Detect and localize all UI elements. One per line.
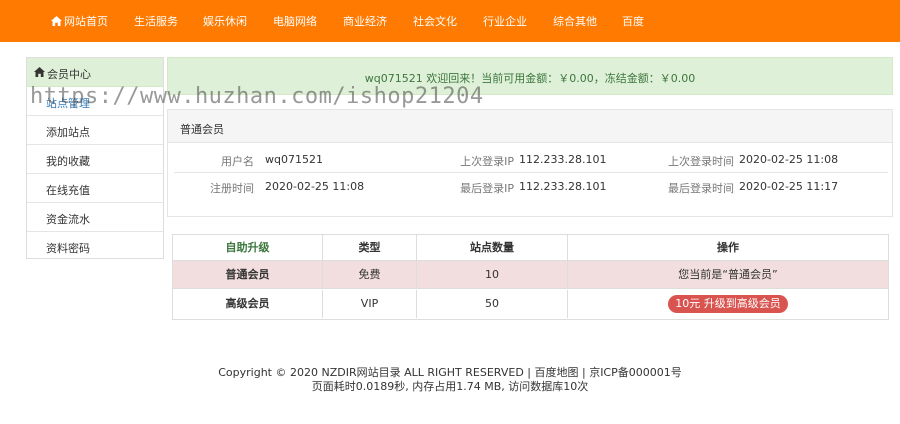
nav-item-other[interactable]: 综合其他 <box>553 0 597 42</box>
info-label: 最后登录IP <box>460 182 514 195</box>
sidebar-item-label: 我的收藏 <box>46 155 90 168</box>
sidebar-item-label: 资料密码 <box>46 242 90 255</box>
sidebar-item-label: 站点管理 <box>46 97 90 110</box>
info-value: 112.233.28.101 <box>519 180 607 193</box>
column-header: 自助升级 <box>173 235 323 260</box>
upgrade-table: 自助升级 类型 站点数量 操作 普通会员 免费 10 您当前是“普通会员” 高级… <box>172 234 889 320</box>
info-row: 用户名 wq071521 上次登录IP 112.233.28.101 上次登录时… <box>174 146 888 173</box>
site-quota: 50 <box>417 290 568 318</box>
info-label: 用户名 <box>221 155 254 168</box>
info-value: 2020-02-25 11:08 <box>265 180 365 193</box>
welcome-alert: wq071521 欢迎回来！当前可用金额：￥0.00，冻结金额：￥0.00 <box>167 57 893 95</box>
sidebar-title: 会员中心 <box>47 68 91 81</box>
sidebar-item-site-manage[interactable]: 站点管理 <box>27 87 163 116</box>
page-stats-line: 页面耗时0.0189秒, 内存占用1.74 MB, 访问数据库10次 <box>311 380 589 393</box>
info-label: 上次登录IP <box>460 155 514 168</box>
nav-item-baidu[interactable]: 百度 <box>622 0 644 42</box>
info-label: 上次登录时间 <box>668 155 734 168</box>
panel-header: 普通会员 <box>168 110 892 143</box>
nav-item-label: 网站首页 <box>64 15 108 28</box>
upgrade-vip-button[interactable]: 10元 升级到高级会员 <box>668 295 788 313</box>
info-label: 注册时间 <box>210 182 254 195</box>
table-row: 普通会员 免费 10 您当前是“普通会员” <box>173 261 888 289</box>
welcome-text: wq071521 欢迎回来！当前可用金额：￥0.00，冻结金额：￥0.00 <box>364 72 696 85</box>
current-level-note: 您当前是“普通会员” <box>678 268 778 281</box>
member-level-name: 高级会员 <box>173 290 323 318</box>
nav-item-business[interactable]: 商业经济 <box>343 0 387 42</box>
sidebar-item-label: 在线充值 <box>46 184 90 197</box>
sidebar-header: 会员中心 <box>27 58 163 87</box>
sidebar-item-recharge[interactable]: 在线充值 <box>27 174 163 203</box>
nav-item-life[interactable]: 生活服务 <box>134 0 178 42</box>
sidebar-item-label: 添加站点 <box>46 126 90 139</box>
member-sidebar: 会员中心 站点管理 添加站点 我的收藏 在线充值 资金流水 资料密码 <box>26 57 164 259</box>
member-info-panel: 普通会员 用户名 wq071521 上次登录IP 112.233.28.101 … <box>167 109 893 217</box>
nav-item-computer[interactable]: 电脑网络 <box>273 0 317 42</box>
info-value: 2020-02-25 11:17 <box>739 180 839 193</box>
sidebar-item-label: 资金流水 <box>46 213 90 226</box>
sidebar-item-transactions[interactable]: 资金流水 <box>27 203 163 232</box>
nav-item-society[interactable]: 社会文化 <box>413 0 457 42</box>
site-quota: 10 <box>417 261 568 288</box>
nav-item-home[interactable]: 网站首页 <box>51 0 108 42</box>
member-level-name: 普通会员 <box>173 261 323 288</box>
member-type: VIP <box>323 290 417 318</box>
sidebar-item-favorites[interactable]: 我的收藏 <box>27 145 163 174</box>
sidebar-item-profile-password[interactable]: 资料密码 <box>27 232 163 261</box>
info-value: wq071521 <box>265 153 323 166</box>
home-icon <box>34 67 45 77</box>
home-icon <box>51 16 62 26</box>
member-level-title: 普通会员 <box>180 123 224 136</box>
info-value: 2020-02-25 11:08 <box>739 153 839 166</box>
nav-item-entertainment[interactable]: 娱乐休闲 <box>203 0 247 42</box>
upgrade-action-cell: 10元 升级到高级会员 <box>568 290 888 318</box>
info-value: 112.233.28.101 <box>519 153 607 166</box>
nav-item-industry[interactable]: 行业企业 <box>483 0 527 42</box>
page-footer: Copyright © 2020 NZDIR网站目录 ALL RIGHT RES… <box>0 366 900 394</box>
top-nav: 网站首页 生活服务 娱乐休闲 电脑网络 商业经济 社会文化 行业企业 综合其他 … <box>0 0 900 42</box>
info-row: 注册时间 2020-02-25 11:08 最后登录IP 112.233.28.… <box>174 173 888 200</box>
info-label: 最后登录时间 <box>668 182 734 195</box>
table-row: 高级会员 VIP 50 10元 升级到高级会员 <box>173 290 888 318</box>
member-type: 免费 <box>323 261 417 288</box>
column-header: 操作 <box>717 241 739 254</box>
table-header-row: 自助升级 类型 站点数量 操作 <box>173 235 888 261</box>
column-header: 类型 <box>323 235 417 260</box>
sidebar-item-add-site[interactable]: 添加站点 <box>27 116 163 145</box>
column-header: 站点数量 <box>417 235 568 260</box>
copyright-line: Copyright © 2020 NZDIR网站目录 ALL RIGHT RES… <box>218 366 682 379</box>
